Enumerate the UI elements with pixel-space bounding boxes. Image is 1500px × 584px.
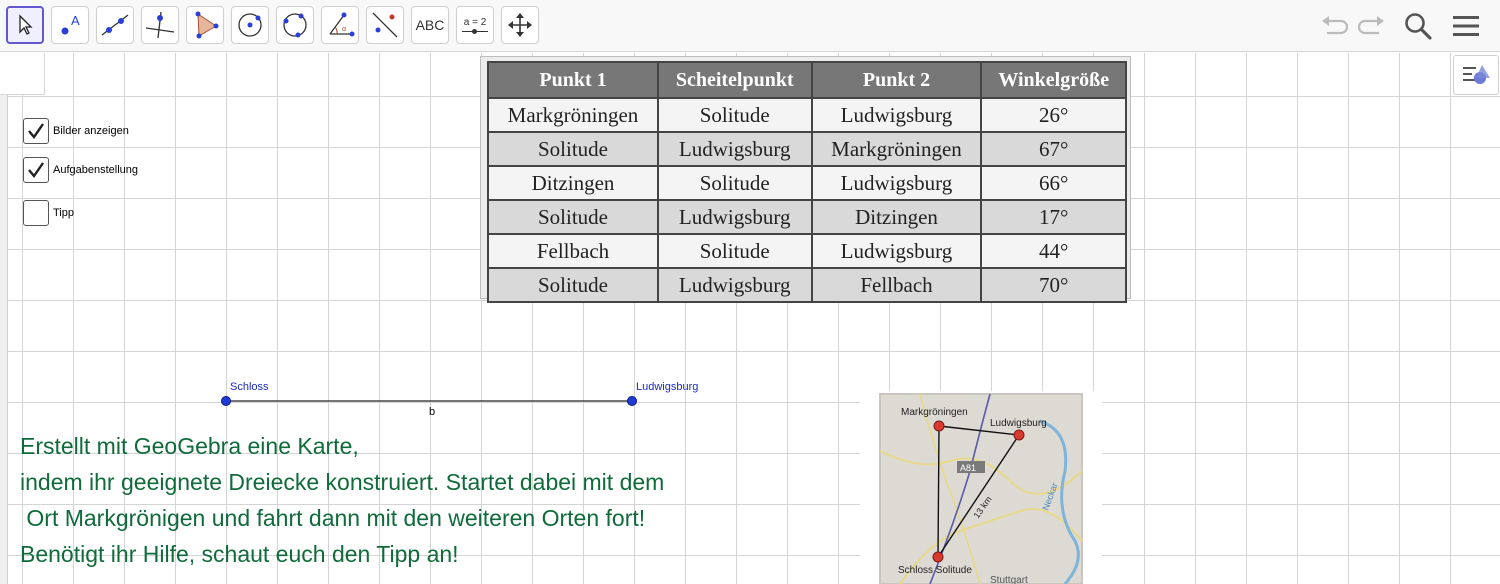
task-text: Erstellt mit GeoGebra eine Karte, indem …: [20, 428, 664, 572]
svg-text:A81: A81: [960, 463, 976, 473]
point-ludwigsburg[interactable]: [627, 396, 637, 406]
svg-text:Schloss Solitude: Schloss Solitude: [898, 565, 972, 576]
map-image: Markgröningen Ludwigsburg A81 13 km Neck…: [860, 391, 1102, 584]
svg-text:Stuttgart: Stuttgart: [990, 575, 1028, 584]
segment-label-b: b: [429, 406, 436, 418]
svg-text:Ludwigsburg: Ludwigsburg: [990, 418, 1047, 429]
svg-text:Markgröningen: Markgröningen: [901, 407, 968, 418]
map-graphic: Markgröningen Ludwigsburg A81 13 km Neck…: [860, 391, 1102, 584]
style-bar-icon: [1463, 65, 1490, 84]
point-label-schloss: Schloss: [230, 381, 269, 393]
task-line: Erstellt mit GeoGebra eine Karte,: [20, 433, 359, 459]
task-line: Benötigt ihr Hilfe, schaut euch den Tipp…: [20, 541, 459, 567]
point-schloss[interactable]: [221, 396, 231, 406]
point-label-ludwigsburg: Ludwigsburg: [636, 381, 699, 393]
task-line: indem ihr geeignete Dreiecke konstruiert…: [20, 469, 665, 495]
task-line: Ort Markgrönigen und fahrt dann mit den …: [20, 505, 646, 531]
style-bar-toggle-button[interactable]: [1453, 55, 1499, 95]
